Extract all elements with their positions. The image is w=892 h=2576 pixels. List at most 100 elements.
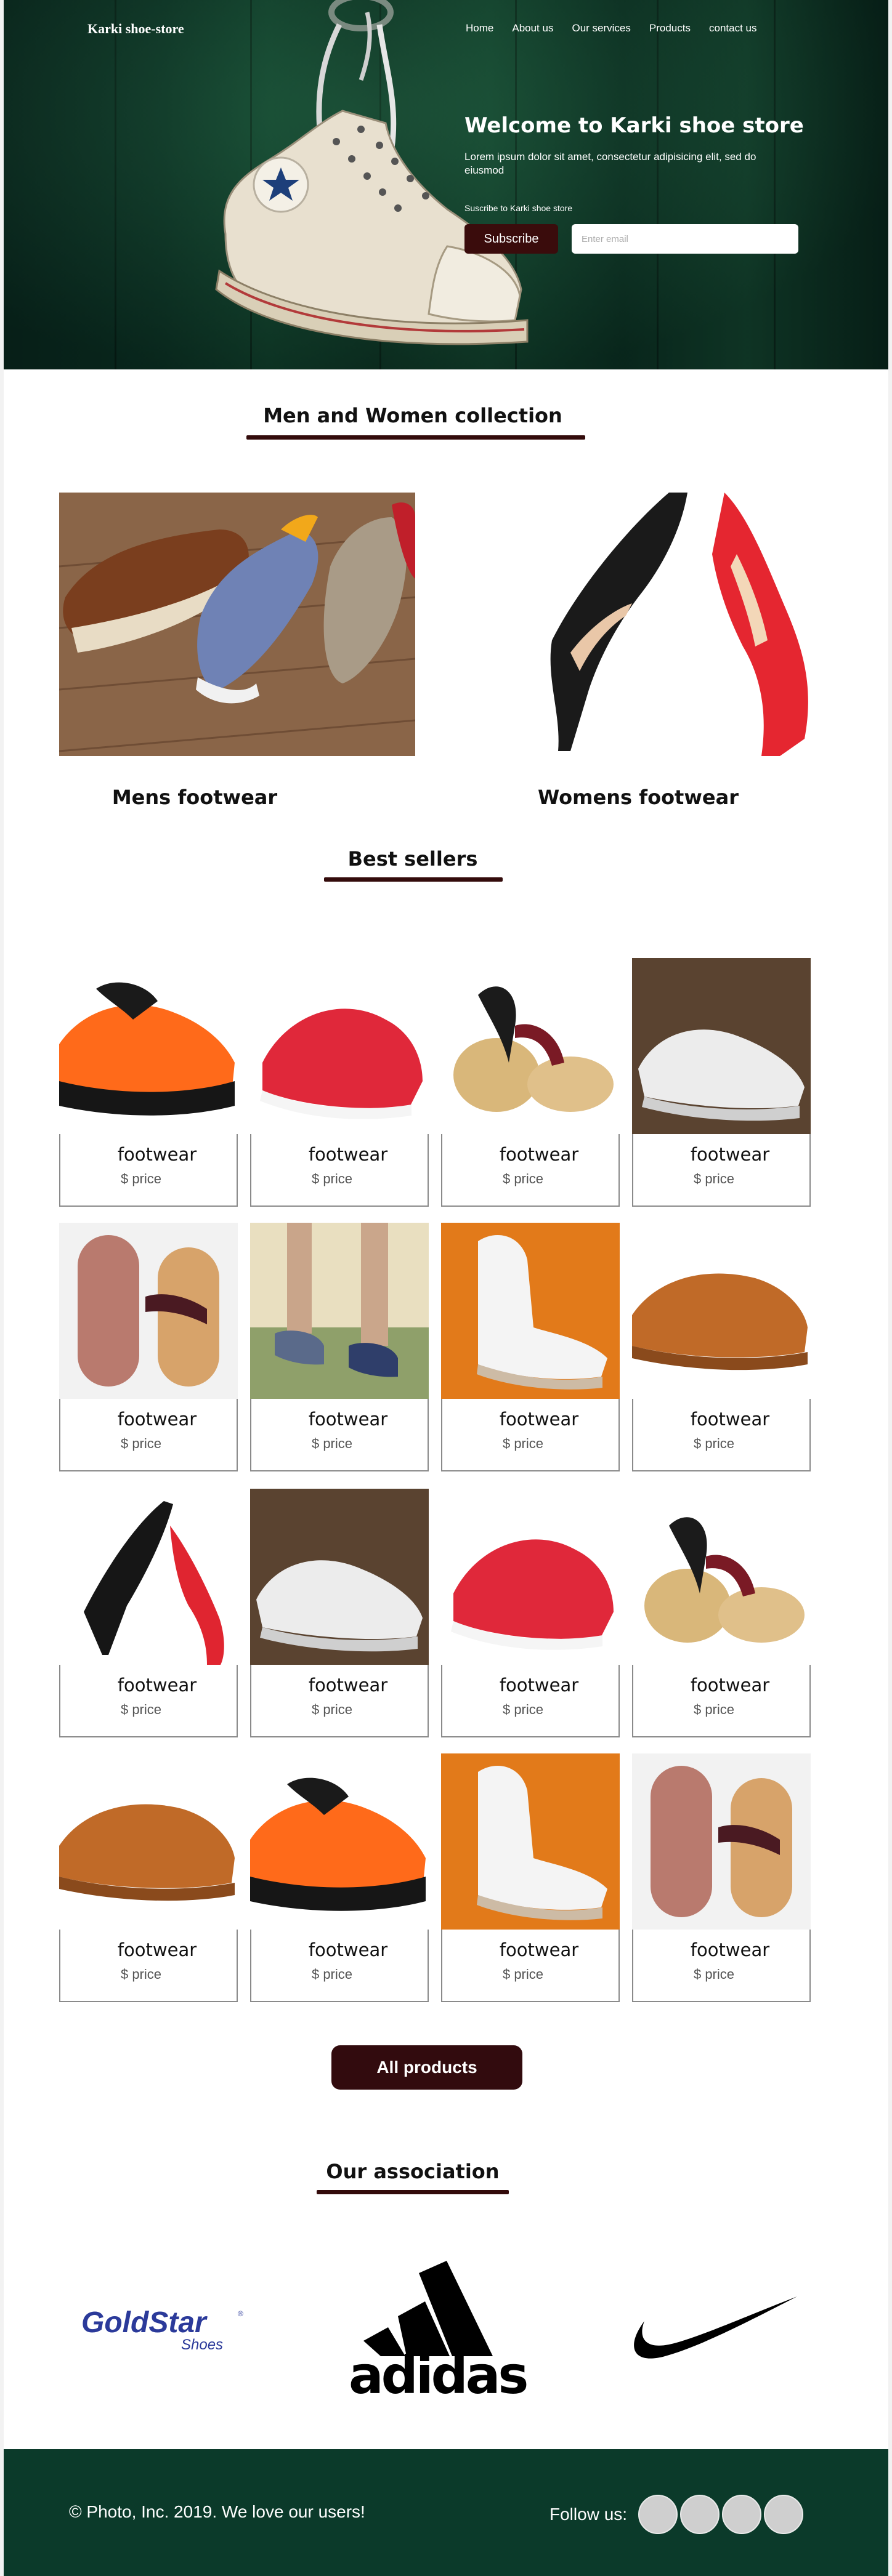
product-image[interactable]	[59, 1489, 238, 1665]
product-card[interactable]: footwear $ price	[59, 1753, 238, 2002]
product-card[interactable]: footwear $ price	[250, 1489, 429, 1737]
product-name: footwear	[690, 1409, 770, 1430]
product-price: $ price	[120, 1702, 162, 1717]
product-card[interactable]: footwear $ price	[632, 958, 811, 1207]
product-price: $ price	[120, 1966, 162, 1982]
goldstar-logo: GoldStar ® Shoes	[81, 2303, 248, 2353]
product-name: footwear	[117, 1939, 197, 1960]
mens-footwear-image[interactable]	[59, 493, 415, 756]
goldstar-name: GoldStar	[81, 2306, 208, 2339]
product-name: footwear	[499, 1675, 579, 1696]
product-image[interactable]	[441, 1223, 620, 1399]
product-name: footwear	[308, 1939, 388, 1960]
site-footer: © Photo, Inc. 2019. We love our users! F…	[4, 2449, 888, 2576]
association-title: Our association	[326, 2160, 500, 2183]
product-price: $ price	[693, 1436, 735, 1451]
all-products-button[interactable]: All products	[331, 2045, 522, 2090]
association-underline	[317, 2190, 509, 2194]
product-price: $ price	[311, 1966, 353, 1982]
product-card[interactable]: footwear $ price	[441, 1489, 620, 1737]
product-card[interactable]: footwear $ price	[632, 1223, 811, 1471]
product-name: footwear	[499, 1409, 579, 1430]
product-name: footwear	[690, 1144, 770, 1165]
product-image[interactable]	[59, 958, 238, 1134]
mens-footwear-label[interactable]: Mens footwear	[59, 786, 330, 809]
product-price: $ price	[693, 1171, 735, 1186]
product-image[interactable]	[250, 1489, 429, 1665]
product-price: $ price	[502, 1966, 544, 1982]
hero-section: Karki shoe-store Home About us Our servi…	[4, 0, 888, 369]
product-price: $ price	[693, 1702, 735, 1717]
product-card[interactable]: footwear $ price	[250, 1753, 429, 2002]
product-image[interactable]	[632, 1223, 811, 1399]
product-name: footwear	[308, 1144, 388, 1165]
product-card[interactable]: footwear $ price	[632, 1753, 811, 2002]
collection-title: Men and Women collection	[263, 404, 562, 427]
product-price: $ price	[120, 1171, 162, 1186]
best-sellers-underline	[324, 877, 503, 882]
product-name: footwear	[117, 1675, 197, 1696]
product-card[interactable]: footwear $ price	[632, 1489, 811, 1737]
nav-link-home[interactable]: Home	[466, 22, 493, 34]
product-price: $ price	[311, 1436, 353, 1451]
product-image[interactable]	[250, 1753, 429, 1930]
product-image[interactable]	[632, 1753, 811, 1930]
womens-footwear-image[interactable]	[478, 493, 834, 756]
subscribe-button[interactable]: Subscribe	[464, 224, 558, 254]
nav-link-about[interactable]: About us	[512, 22, 553, 34]
goldstar-sub: Shoes	[181, 2337, 223, 2352]
email-input[interactable]	[572, 224, 798, 254]
product-image[interactable]	[441, 1489, 620, 1665]
social-icon-1[interactable]	[638, 2495, 678, 2534]
product-name: footwear	[690, 1675, 770, 1696]
product-price: $ price	[311, 1171, 353, 1186]
main-nav: Home About us Our services Products cont…	[466, 22, 756, 34]
product-image[interactable]	[632, 1489, 811, 1665]
womens-footwear-label[interactable]: Womens footwear	[478, 786, 798, 809]
nav-link-services[interactable]: Our services	[572, 22, 630, 34]
product-card[interactable]: footwear $ price	[250, 1223, 429, 1471]
product-card[interactable]: footwear $ price	[59, 1223, 238, 1471]
product-price: $ price	[120, 1436, 162, 1451]
collection-underline	[246, 435, 585, 440]
product-name: footwear	[117, 1409, 197, 1430]
social-icon-3[interactable]	[722, 2495, 761, 2534]
product-card[interactable]: footwear $ price	[441, 1753, 620, 2002]
adidas-logo: adidas	[345, 2261, 548, 2405]
product-name: footwear	[499, 1144, 579, 1165]
hero-description: Lorem ipsum dolor sit amet, consectetur …	[464, 151, 756, 176]
product-card[interactable]: footwear $ price	[441, 1223, 620, 1471]
page-edge-right	[888, 0, 892, 2576]
product-image[interactable]	[250, 958, 429, 1134]
product-image[interactable]	[632, 958, 811, 1134]
hero-title: Welcome to Karki shoe store	[464, 113, 804, 138]
product-card[interactable]: footwear $ price	[250, 958, 429, 1207]
page: Karki shoe-store Home About us Our servi…	[0, 0, 892, 2576]
product-image[interactable]	[441, 958, 620, 1134]
nav-link-contact[interactable]: contact us	[709, 22, 757, 34]
product-name: footwear	[499, 1939, 579, 1960]
subscribe-prompt: Suscribe to Karki shoe store	[464, 203, 573, 213]
product-image[interactable]	[441, 1753, 620, 1930]
product-name: footwear	[690, 1939, 770, 1960]
product-image[interactable]	[59, 1753, 238, 1930]
adidas-name: adidas	[349, 2345, 527, 2396]
nav-link-products[interactable]: Products	[649, 22, 691, 34]
social-icon-2[interactable]	[680, 2495, 720, 2534]
nike-swoosh-logo	[620, 2296, 797, 2364]
product-price: $ price	[311, 1702, 353, 1717]
social-icon-4[interactable]	[764, 2495, 803, 2534]
product-name: footwear	[117, 1144, 197, 1165]
follow-us-label: Follow us:	[549, 2505, 628, 2524]
product-name: footwear	[308, 1409, 388, 1430]
product-card[interactable]: footwear $ price	[441, 958, 620, 1207]
product-card[interactable]: footwear $ price	[59, 958, 238, 1207]
product-image[interactable]	[250, 1223, 429, 1399]
product-card[interactable]: footwear $ price	[59, 1489, 238, 1737]
best-sellers-title: Best sellers	[347, 847, 478, 871]
product-image[interactable]	[59, 1223, 238, 1399]
product-price: $ price	[502, 1702, 544, 1717]
product-price: $ price	[502, 1436, 544, 1451]
product-name: footwear	[308, 1675, 388, 1696]
site-logo[interactable]: Karki shoe-store	[87, 21, 184, 37]
